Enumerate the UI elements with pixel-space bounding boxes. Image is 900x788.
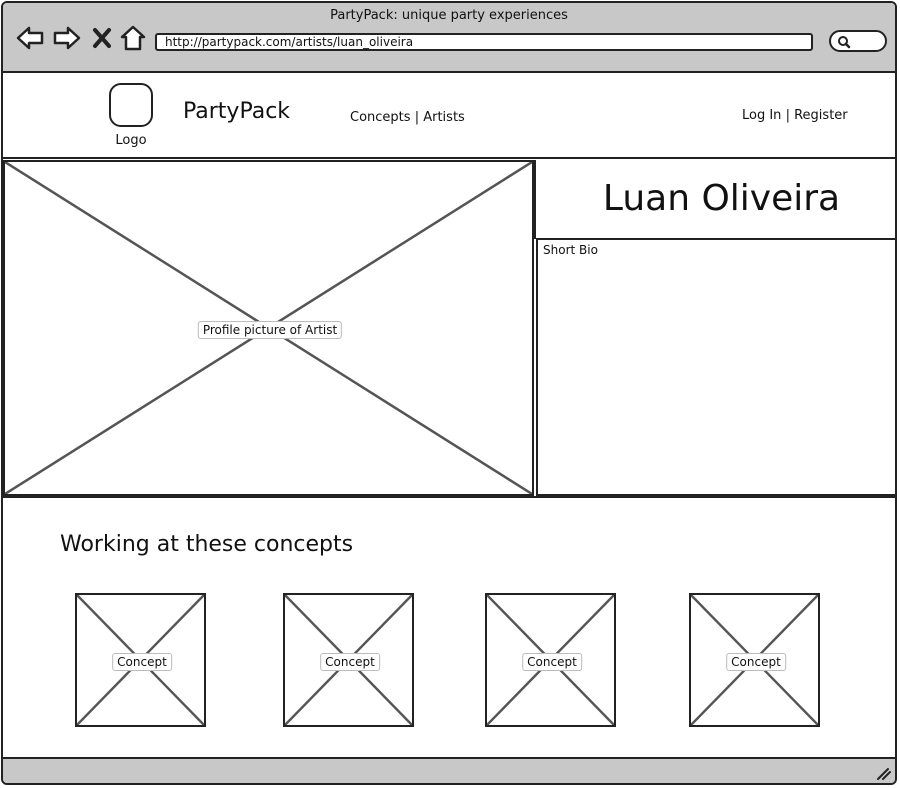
nav-link-concepts[interactable]: Concepts xyxy=(350,110,411,125)
browser-statusbar xyxy=(3,757,895,783)
concept-card[interactable]: Concept xyxy=(689,593,820,727)
brand-name[interactable]: PartyPack xyxy=(183,99,290,124)
logo-placeholder[interactable] xyxy=(109,83,153,127)
logo-label: Logo xyxy=(115,133,147,148)
home-icon[interactable] xyxy=(118,23,148,53)
login-link[interactable]: Log In xyxy=(742,108,781,123)
concept-label: Concept xyxy=(112,653,172,671)
concepts-section: Working at these concepts Concept Concep… xyxy=(3,496,895,761)
concept-label: Concept xyxy=(320,653,380,671)
auth-nav: Log In | Register xyxy=(742,108,848,123)
bio-label: Short Bio xyxy=(543,243,598,257)
section-title: Working at these concepts xyxy=(60,532,354,557)
concept-card[interactable]: Concept xyxy=(485,593,616,727)
browser-window: PartyPack: unique party experiences http… xyxy=(1,1,897,785)
url-input[interactable]: http://partypack.com/artists/luan_olivei… xyxy=(155,33,813,51)
browser-titlebar: PartyPack: unique party experiences http… xyxy=(3,3,895,73)
artist-name: Luan Oliveira xyxy=(602,178,841,219)
concept-label: Concept xyxy=(522,653,582,671)
artist-bio-box: Short Bio xyxy=(536,238,895,496)
nav-link-artists[interactable]: Artists xyxy=(423,110,465,125)
resize-grip-icon[interactable] xyxy=(875,766,891,780)
window-title: PartyPack: unique party experiences xyxy=(330,8,568,23)
profile-picture-label: Profile picture of Artist xyxy=(197,321,343,339)
register-link[interactable]: Register xyxy=(794,108,848,123)
nav-separator: | xyxy=(414,110,420,125)
auth-separator: | xyxy=(785,108,790,123)
concept-label: Concept xyxy=(726,653,786,671)
artist-name-box: Luan Oliveira xyxy=(534,160,895,239)
concept-card[interactable]: Concept xyxy=(283,593,414,727)
close-x-icon[interactable] xyxy=(91,23,115,53)
browser-search-field[interactable] xyxy=(829,30,887,52)
search-icon xyxy=(838,36,851,49)
artist-profile-picture: Profile picture of Artist xyxy=(3,160,534,496)
concept-card[interactable]: Concept xyxy=(75,593,206,727)
main-nav: Concepts | Artists xyxy=(350,110,465,125)
forward-arrow-icon[interactable] xyxy=(52,23,82,53)
back-arrow-icon[interactable] xyxy=(15,23,45,53)
site-header: Logo PartyPack Concepts | Artists Log In… xyxy=(3,73,895,159)
